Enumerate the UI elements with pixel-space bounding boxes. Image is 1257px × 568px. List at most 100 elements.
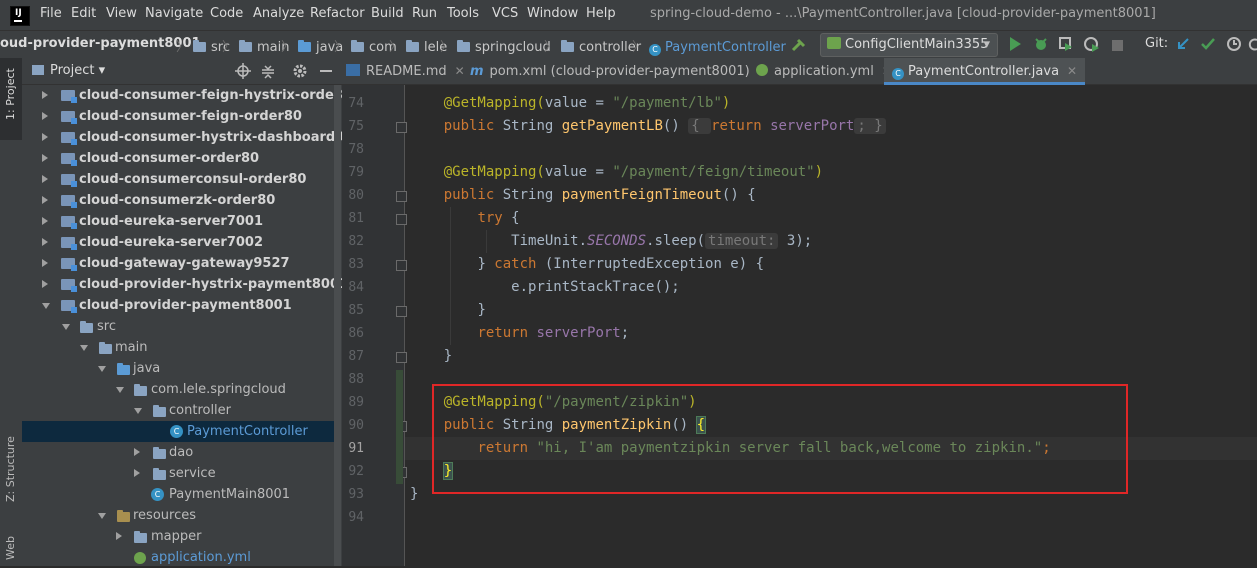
profile-icon[interactable] xyxy=(1084,36,1100,52)
code-line-84[interactable]: e.printStackTrace(); xyxy=(410,276,680,299)
menu-window[interactable]: Window xyxy=(527,6,578,21)
git-update-icon[interactable] xyxy=(1175,36,1191,52)
tree-item-file[interactable]: application.yml xyxy=(22,547,334,568)
run-configuration-select[interactable]: ConfigClientMain3355 ▾ xyxy=(820,33,998,57)
breadcrumb-controller[interactable]: 〉 controller xyxy=(540,36,641,55)
run-icon[interactable] xyxy=(1008,36,1022,52)
tree-item-package[interactable]: service xyxy=(22,463,334,484)
chevron-down-icon: ▾ xyxy=(983,37,990,52)
line-number: 79 xyxy=(348,165,364,180)
code-line-81[interactable]: try { xyxy=(410,207,519,230)
collapse-all-icon[interactable] xyxy=(260,63,276,79)
spring-boot-class-icon: C xyxy=(151,488,164,501)
tree-item-module[interactable]: cloud-consumer-order80 xyxy=(22,148,334,169)
tree-item-package[interactable]: com.lele.springcloud xyxy=(22,379,334,400)
tree-item-class[interactable]: C PaymentMain8001 xyxy=(22,484,334,505)
revert-icon[interactable] xyxy=(1248,36,1257,52)
tool-tab-web[interactable]: Web xyxy=(4,536,17,560)
code-line-86[interactable]: return serverPort; xyxy=(410,322,629,345)
menu-tools[interactable]: Tools xyxy=(447,6,479,21)
project-scrollbar[interactable] xyxy=(334,85,341,566)
code-line-87[interactable]: } xyxy=(410,345,452,368)
menu-run[interactable]: Run xyxy=(412,6,437,21)
menu-refactor[interactable]: Refactor xyxy=(310,6,365,21)
history-clock-icon[interactable] xyxy=(1226,36,1242,52)
tree-item-module[interactable]: cloud-provider-hystrix-payment8001 xyxy=(22,274,348,295)
tree-item-module[interactable]: cloud-provider-payment8001 xyxy=(22,295,334,316)
tree-item-package[interactable]: controller xyxy=(22,400,334,421)
tree-item-module[interactable]: cloud-gateway-gateway9527 xyxy=(22,253,334,274)
fold-marker-icon[interactable] xyxy=(396,352,407,363)
menu-navigate[interactable]: Navigate xyxy=(145,6,203,21)
window-title: spring-cloud-demo - ...\PaymentControlle… xyxy=(650,6,1156,21)
breadcrumb-springcloud[interactable]: 〉 springcloud xyxy=(436,36,551,55)
menu-analyze[interactable]: Analyze xyxy=(253,6,304,21)
tree-item-class-selected[interactable]: C PaymentController xyxy=(22,421,334,442)
coverage-icon[interactable] xyxy=(1058,36,1074,52)
hammer-build-icon[interactable] xyxy=(790,36,808,54)
menu-code[interactable]: Code xyxy=(210,6,243,21)
tab-readme[interactable]: README.md ✕ xyxy=(346,58,465,84)
project-folder-icon xyxy=(32,65,44,75)
tree-item-folder[interactable]: mapper xyxy=(22,526,334,547)
tree-item-folder[interactable]: main xyxy=(22,337,334,358)
intellij-logo-icon[interactable]: IJ xyxy=(10,6,30,26)
code-line-75[interactable]: public String getPaymentLB() { return se… xyxy=(410,115,886,138)
red-highlight-box xyxy=(432,384,1128,494)
menu-view[interactable]: View xyxy=(106,6,137,21)
tool-tab-structure[interactable]: Z: Structure xyxy=(4,436,17,502)
code-line-74[interactable]: @GetMapping(value = "/payment/lb") xyxy=(410,92,731,115)
fold-marker-icon[interactable] xyxy=(396,191,407,202)
tree-item-module[interactable]: cloud-consumerzk-order80 xyxy=(22,190,334,211)
fold-marker-icon[interactable] xyxy=(396,214,407,225)
folder-icon xyxy=(99,342,112,354)
code-line-80[interactable]: public String paymentFeignTimeout() { xyxy=(410,184,756,207)
menu-vcs[interactable]: VCS xyxy=(492,6,518,21)
module-icon xyxy=(61,237,77,250)
tab-application-yml[interactable]: application.yml✕ xyxy=(756,58,892,84)
code-line-83[interactable]: } catch (InterruptedException e) { xyxy=(410,253,764,276)
menu-file[interactable]: File xyxy=(40,6,62,21)
folder-icon xyxy=(193,40,207,52)
fold-marker-icon[interactable] xyxy=(396,260,407,271)
debug-icon[interactable] xyxy=(1033,36,1049,52)
spring-boot-icon xyxy=(827,37,841,49)
breadcrumb-module[interactable]: oud-provider-payment8001 xyxy=(0,36,201,51)
code-line-79[interactable]: @GetMapping(value = "/payment/feign/time… xyxy=(410,161,823,184)
fold-marker-icon[interactable] xyxy=(396,306,407,317)
tool-tab-project[interactable]: 1: Project xyxy=(0,58,22,140)
tool-tab-project-label: 1: Project xyxy=(4,68,17,120)
minimize-icon[interactable] xyxy=(320,70,332,72)
tree-item-module[interactable]: cloud-eureka-server7002 xyxy=(22,232,334,253)
chevron-right-icon: 〉 xyxy=(222,40,236,55)
menu-build[interactable]: Build xyxy=(371,6,404,21)
tree-item-folder[interactable]: src xyxy=(22,316,334,337)
code-line-85[interactable]: } xyxy=(410,299,485,322)
folder-icon xyxy=(406,40,420,52)
tab-pom[interactable]: mpom.xml (cloud-provider-payment8001)✕ xyxy=(470,58,768,84)
tree-item-folder[interactable]: java xyxy=(22,358,334,379)
tree-item-module[interactable]: cloud-eureka-server7001 xyxy=(22,211,334,232)
stop-icon[interactable] xyxy=(1112,40,1123,51)
close-icon[interactable]: ✕ xyxy=(455,64,465,78)
tab-payment-controller[interactable]: C PaymentController.java ✕ xyxy=(884,58,1086,85)
tree-item-module[interactable]: cloud-consumerconsul-order80 xyxy=(22,169,334,190)
menu-edit[interactable]: Edit xyxy=(71,6,96,21)
locate-target-icon[interactable] xyxy=(235,63,251,79)
menu-help[interactable]: Help xyxy=(586,6,616,21)
tree-item-module[interactable]: cloud-consumer-feign-order80 xyxy=(22,106,334,127)
git-commit-check-icon[interactable] xyxy=(1200,36,1216,52)
chevron-right-icon: 〉 xyxy=(281,40,295,55)
breadcrumb-class[interactable]: 〉 C PaymentController xyxy=(628,36,786,56)
module-icon xyxy=(61,111,77,124)
close-icon[interactable]: ✕ xyxy=(1067,64,1077,78)
tree-item-module[interactable]: cloud-consumer-feign-hystrix-order80 xyxy=(22,85,358,106)
tree-item-folder[interactable]: resources xyxy=(22,505,334,526)
project-view-selector[interactable]: Project ▾ xyxy=(50,63,105,78)
code-line-82[interactable]: TimeUnit.SECONDS.sleep(timeout: 3); xyxy=(410,230,812,253)
tree-item-package[interactable]: dao xyxy=(22,442,334,463)
code-line-93[interactable]: } xyxy=(410,483,418,506)
fold-marker-icon[interactable] xyxy=(396,122,407,133)
gear-icon[interactable] xyxy=(292,63,308,79)
tree-item-module[interactable]: cloud-consumer-hystrix-dashboard9001 xyxy=(22,127,371,148)
